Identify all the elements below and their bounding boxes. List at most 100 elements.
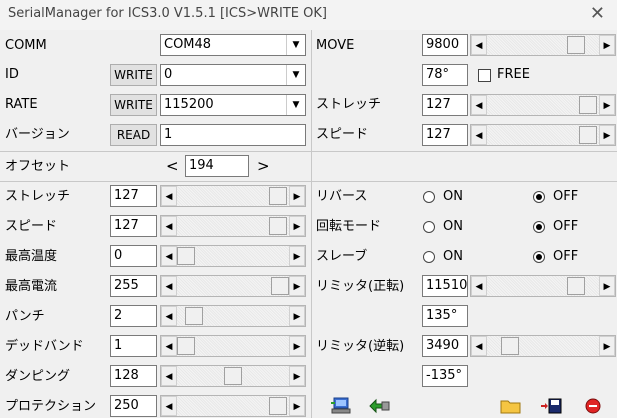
- chevron-down-icon[interactable]: ▼: [286, 65, 305, 85]
- arrow-left-icon[interactable]: ◀: [161, 336, 177, 356]
- slider-thumb[interactable]: [271, 277, 289, 295]
- rate-select[interactable]: 115200 ▼: [160, 94, 306, 116]
- rotation-mode-label: 回転モード: [316, 219, 382, 234]
- chevron-down-icon[interactable]: ▼: [286, 35, 305, 55]
- angle-field: 78°: [422, 64, 468, 86]
- damping-field[interactable]: 128: [110, 365, 157, 387]
- slave-off-radio[interactable]: [533, 251, 545, 263]
- arrow-left-icon[interactable]: ◀: [161, 246, 177, 266]
- arrow-right-icon[interactable]: ▶: [289, 396, 305, 416]
- protection-field[interactable]: 250: [110, 395, 157, 417]
- arrow-left-icon[interactable]: ◀: [161, 306, 177, 326]
- slider-thumb[interactable]: [501, 337, 520, 355]
- rate-value: 115200: [164, 97, 214, 112]
- save-icon[interactable]: [540, 397, 562, 415]
- arrow-right-icon[interactable]: ▶: [289, 246, 305, 266]
- id-write-button[interactable]: WRITE: [110, 64, 157, 86]
- stop-icon[interactable]: [582, 397, 604, 415]
- max-temp-slider[interactable]: ◀ ▶: [160, 245, 306, 267]
- slider-thumb[interactable]: [579, 96, 598, 114]
- offset-decrement-button[interactable]: <: [166, 157, 179, 175]
- arrow-right-icon[interactable]: ▶: [289, 216, 305, 236]
- arrow-right-icon[interactable]: ▶: [289, 276, 305, 296]
- chevron-down-icon[interactable]: ▼: [286, 95, 305, 115]
- arrow-right-icon[interactable]: ▶: [599, 336, 615, 356]
- rotation-on-radio[interactable]: [423, 221, 435, 233]
- limiter-reverse-field[interactable]: 3490: [422, 335, 468, 357]
- close-icon[interactable]: ✕: [590, 3, 605, 24]
- limiter-forward-field[interactable]: 11510: [422, 275, 468, 297]
- max-current-slider[interactable]: ◀ ▶: [160, 275, 306, 297]
- punch-slider[interactable]: ◀ ▶: [160, 305, 306, 327]
- damping-slider[interactable]: ◀ ▶: [160, 365, 306, 387]
- reverse-off-radio[interactable]: [533, 191, 545, 203]
- arrow-right-icon[interactable]: ▶: [289, 366, 305, 386]
- slider-thumb[interactable]: [224, 367, 242, 385]
- slave-on-radio[interactable]: [423, 251, 435, 263]
- slider-thumb[interactable]: [579, 126, 598, 144]
- reverse-on-label: ON: [443, 189, 463, 204]
- version-read-button[interactable]: READ: [110, 124, 157, 146]
- arrow-left-icon[interactable]: ◀: [161, 276, 177, 296]
- deadband-field[interactable]: 1: [110, 335, 157, 357]
- protection-slider[interactable]: ◀ ▶: [160, 395, 306, 417]
- arrow-right-icon[interactable]: ▶: [599, 276, 615, 296]
- slider-thumb[interactable]: [177, 337, 195, 355]
- slider-thumb[interactable]: [269, 187, 288, 205]
- arrow-left-icon[interactable]: ◀: [471, 35, 487, 55]
- reverse-on-radio[interactable]: [423, 191, 435, 203]
- arrow-right-icon[interactable]: ▶: [289, 336, 305, 356]
- speed-top-field[interactable]: 127: [422, 124, 468, 146]
- arrow-left-icon[interactable]: ◀: [161, 186, 177, 206]
- offset-increment-button[interactable]: >: [257, 157, 270, 175]
- arrow-right-icon[interactable]: ▶: [599, 125, 615, 145]
- limiter-reverse-slider[interactable]: ◀ ▶: [470, 335, 616, 357]
- arrow-left-icon[interactable]: ◀: [161, 396, 177, 416]
- comm-value: COM48: [164, 37, 212, 52]
- slider-thumb[interactable]: [269, 217, 288, 235]
- slider-thumb[interactable]: [269, 397, 288, 415]
- max-temp-field[interactable]: 0: [110, 245, 157, 267]
- rate-write-button[interactable]: WRITE: [110, 94, 157, 116]
- move-slider[interactable]: ◀ ▶: [470, 34, 616, 56]
- title-bar: SerialManager for ICS3.0 V1.5.1 [ICS>WRI…: [0, 0, 617, 30]
- arrow-left-icon[interactable]: ◀: [471, 125, 487, 145]
- speed-slider[interactable]: ◀ ▶: [160, 215, 306, 237]
- limiter-reverse-label: リミッタ(逆転): [316, 339, 405, 354]
- arrow-left-icon[interactable]: ◀: [161, 366, 177, 386]
- arrow-left-icon[interactable]: ◀: [471, 95, 487, 115]
- arrow-right-icon[interactable]: ▶: [599, 95, 615, 115]
- column-divider: [311, 30, 312, 418]
- offset-field[interactable]: 194: [185, 155, 249, 177]
- arrow-left-icon[interactable]: ◀: [161, 216, 177, 236]
- slider-thumb[interactable]: [566, 36, 585, 54]
- arrow-left-icon[interactable]: ◀: [471, 336, 487, 356]
- free-checkbox[interactable]: [478, 69, 491, 82]
- stretch-top-slider[interactable]: ◀ ▶: [470, 94, 616, 116]
- comm-select[interactable]: COM48 ▼: [160, 34, 306, 56]
- stretch-field[interactable]: 127: [110, 185, 157, 207]
- read-from-servo-icon[interactable]: [330, 397, 352, 415]
- limiter-forward-slider[interactable]: ◀ ▶: [470, 275, 616, 297]
- write-to-servo-icon[interactable]: [368, 397, 390, 415]
- rotation-off-radio[interactable]: [533, 221, 545, 233]
- folder-open-icon[interactable]: [500, 397, 522, 415]
- deadband-slider[interactable]: ◀ ▶: [160, 335, 306, 357]
- stretch-top-label: ストレッチ: [316, 97, 382, 112]
- stretch-label: ストレッチ: [5, 189, 71, 204]
- arrow-right-icon[interactable]: ▶: [289, 306, 305, 326]
- punch-field[interactable]: 2: [110, 305, 157, 327]
- arrow-right-icon[interactable]: ▶: [289, 186, 305, 206]
- slider-thumb[interactable]: [177, 247, 195, 265]
- stretch-slider[interactable]: ◀ ▶: [160, 185, 306, 207]
- slider-thumb[interactable]: [184, 307, 203, 325]
- arrow-left-icon[interactable]: ◀: [471, 276, 487, 296]
- slider-thumb[interactable]: [566, 277, 585, 295]
- arrow-right-icon[interactable]: ▶: [599, 35, 615, 55]
- speed-field[interactable]: 127: [110, 215, 157, 237]
- max-current-field[interactable]: 255: [110, 275, 157, 297]
- stretch-top-field[interactable]: 127: [422, 94, 468, 116]
- move-field[interactable]: 9800: [422, 34, 468, 56]
- id-select[interactable]: 0 ▼: [160, 64, 306, 86]
- speed-top-slider[interactable]: ◀ ▶: [470, 124, 616, 146]
